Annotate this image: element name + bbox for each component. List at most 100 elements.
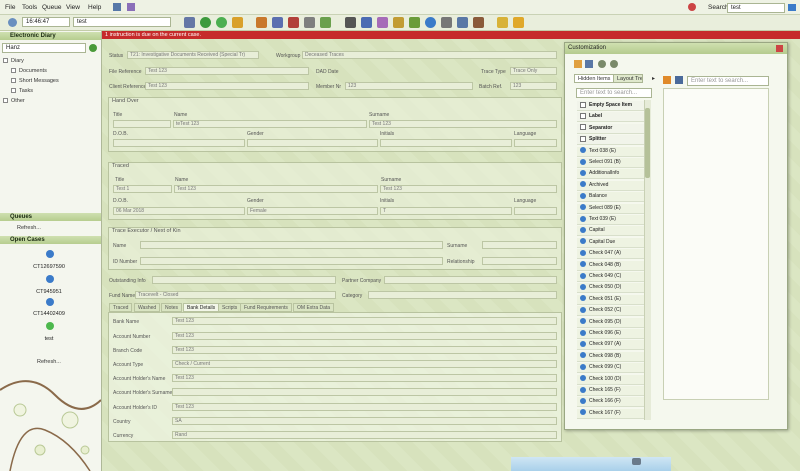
tab-washed[interactable]: Washed <box>134 303 161 312</box>
entity-field[interactable]: test <box>73 17 171 27</box>
window-icon[interactable] <box>113 3 121 11</box>
handover-language-select[interactable] <box>514 139 557 147</box>
traced-dob-field[interactable]: 06 Mar 2018 <box>113 207 245 215</box>
print-icon[interactable] <box>441 17 452 28</box>
hidden-item[interactable]: Text 038 (E) <box>577 146 644 157</box>
pen-icon[interactable] <box>320 17 331 28</box>
expand-icon[interactable] <box>3 98 8 104</box>
sort-icon[interactable] <box>663 76 671 84</box>
handover-initials-field[interactable] <box>380 139 512 147</box>
batch-field[interactable]: 123 <box>510 82 557 90</box>
menu-help[interactable]: Help <box>88 4 101 11</box>
tab-scripts[interactable]: Scripts <box>218 303 242 312</box>
scrollbar-thumb[interactable] <box>645 108 650 178</box>
hidden-item[interactable]: Separator <box>577 123 644 134</box>
hidden-item[interactable]: Splitter <box>577 135 644 146</box>
hidden-item[interactable]: Capital <box>577 226 644 237</box>
tab-notes[interactable]: Notes <box>161 303 183 312</box>
user-icon[interactable] <box>473 17 484 28</box>
member-field[interactable]: 123 <box>345 82 473 90</box>
save-icon[interactable] <box>184 17 195 28</box>
dad-date-field[interactable] <box>316 67 474 75</box>
executor-surname-field[interactable] <box>482 241 557 249</box>
hidden-item[interactable]: Check 047 (A) <box>577 249 644 260</box>
hidden-item[interactable]: Label <box>577 112 644 123</box>
trace-type-select[interactable]: Trace Only <box>510 67 557 75</box>
tab-layout-tree[interactable]: Layout Tree <box>613 74 643 83</box>
collapse-icon[interactable] <box>3 58 8 64</box>
hidden-item[interactable]: Check 098 (B) <box>577 351 644 362</box>
tab-om-extra-data[interactable]: OM Extra Data <box>293 303 335 312</box>
layout-icon[interactable] <box>127 3 135 11</box>
handover-title-field[interactable] <box>113 120 171 128</box>
hidden-item[interactable]: Check 097 (A) <box>577 340 644 351</box>
hidden-item[interactable]: AdditionalInfo <box>577 169 644 180</box>
close-icon[interactable] <box>776 45 783 52</box>
country-select[interactable]: SA <box>172 417 557 425</box>
go-icon[interactable] <box>89 44 97 52</box>
tree-documents[interactable]: Documents <box>11 68 47 74</box>
folder-icon[interactable] <box>377 17 388 28</box>
gear-icon[interactable] <box>457 17 468 28</box>
case-label[interactable]: CT945951 <box>19 289 79 295</box>
hidden-item[interactable]: Empty Space Item <box>577 101 644 111</box>
case-icon[interactable] <box>46 275 54 283</box>
holder-id-field[interactable]: Test 123 <box>172 403 557 411</box>
executor-name-field[interactable] <box>140 241 443 249</box>
case-icon[interactable] <box>46 298 54 306</box>
expand-icon[interactable] <box>11 78 16 84</box>
account-number-field[interactable]: Test 123 <box>172 332 557 340</box>
case-icon[interactable] <box>46 250 54 258</box>
tree-other[interactable]: Other <box>3 98 25 104</box>
workgroup-field[interactable]: Deceased Traces <box>302 51 557 59</box>
menu-file[interactable]: File <box>5 4 15 11</box>
handover-name-field[interactable]: teTest 123 <box>173 120 367 128</box>
redo-icon[interactable] <box>610 60 618 68</box>
case-icon[interactable] <box>46 322 54 330</box>
close-icon[interactable] <box>232 17 243 28</box>
currency-select[interactable]: Rand <box>172 431 557 439</box>
user-select[interactable]: Hanz <box>2 43 86 53</box>
hidden-item[interactable]: Check 165 (F) <box>577 386 644 396</box>
menu-queue[interactable]: Queue <box>42 4 62 11</box>
hidden-item[interactable]: Check 099 (C) <box>577 363 644 374</box>
tab-hidden-items[interactable]: Hidden Items <box>574 74 615 83</box>
layout-search[interactable]: Enter text to search... <box>687 76 769 86</box>
traced-name-field[interactable]: Test 123 <box>174 185 378 193</box>
hidden-item[interactable]: Text 039 (E) <box>577 215 644 225</box>
holder-surname-field[interactable] <box>172 388 557 396</box>
refresh-icon[interactable] <box>200 17 211 28</box>
hidden-item[interactable]: Balance <box>577 192 644 203</box>
executor-id-field[interactable] <box>140 257 443 265</box>
open-layout-icon[interactable] <box>574 60 582 68</box>
document-icon[interactable] <box>272 17 283 28</box>
holder-name-field[interactable]: Test 123 <box>172 374 557 382</box>
tree-diary[interactable]: Diary <box>3 58 24 64</box>
save-layout-icon[interactable] <box>585 60 593 68</box>
menu-tools[interactable]: Tools <box>22 4 37 11</box>
case-label[interactable]: CT12697590 <box>19 264 79 270</box>
traced-initials-field[interactable]: T <box>380 207 512 215</box>
case-label[interactable]: test <box>19 336 79 342</box>
handover-dob-field[interactable] <box>113 139 245 147</box>
hidden-item[interactable]: Select 089 (E) <box>577 203 644 214</box>
handover-surname-field[interactable]: Test 123 <box>369 120 557 128</box>
hidden-item[interactable]: Check 049 (C) <box>577 272 644 282</box>
menu-view[interactable]: View <box>66 4 80 11</box>
tree-short-messages[interactable]: Short Messages <box>11 78 59 84</box>
hidden-item[interactable]: Check 051 (E) <box>577 294 644 305</box>
expand-icon[interactable] <box>11 88 16 94</box>
bag-icon[interactable] <box>393 17 404 28</box>
alert-icon[interactable] <box>688 3 696 11</box>
search-input[interactable]: test <box>727 3 785 13</box>
hidden-item[interactable]: Check 050 (D) <box>577 283 644 294</box>
search-icon[interactable] <box>788 4 796 11</box>
book-icon[interactable] <box>288 17 299 28</box>
outstanding-select[interactable] <box>152 276 336 284</box>
hidden-item[interactable]: Check 048 (B) <box>577 260 644 271</box>
hidden-item[interactable]: Capital Due <box>577 237 644 248</box>
tools-icon[interactable] <box>304 17 315 28</box>
expand-icon[interactable] <box>11 68 16 74</box>
bank-name-field[interactable]: Test 123 <box>172 317 557 325</box>
hidden-item[interactable]: Check 096 (E) <box>577 329 644 339</box>
